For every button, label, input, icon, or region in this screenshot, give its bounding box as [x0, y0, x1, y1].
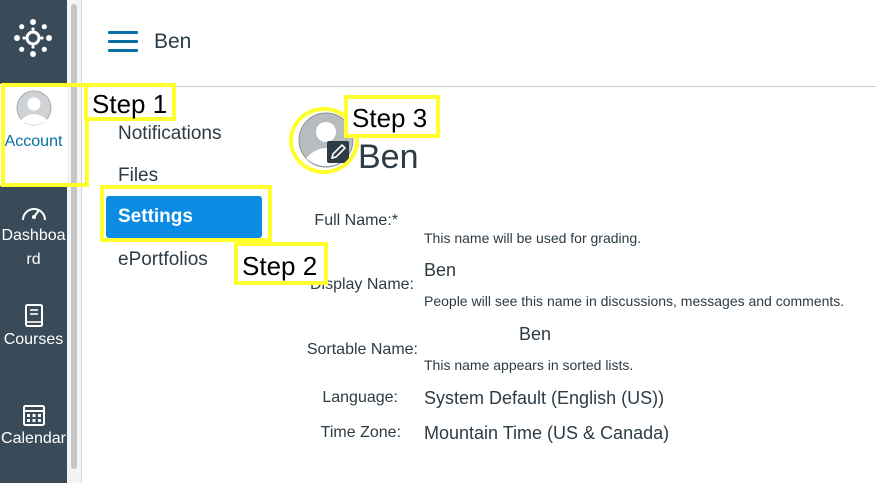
sortable-name-label: Sortable Name:	[306, 341, 418, 358]
nav-item-calendar[interactable]: Calendar	[0, 403, 67, 451]
callout-step-2: Step 2	[234, 242, 328, 285]
nav-scrollbar-thumb[interactable]	[71, 4, 77, 469]
language-value[interactable]: System Default (English (US))	[424, 388, 664, 409]
time-zone-value[interactable]: Mountain Time (US & Canada)	[424, 423, 669, 444]
canvas-logo-icon[interactable]	[13, 18, 53, 58]
subnav-eportfolios-link[interactable]: ePortfolios	[118, 249, 208, 271]
sortable-name-value[interactable]: Ben	[519, 324, 551, 345]
callout-box-settings	[100, 185, 272, 242]
display-name-hint: People will see this name in discussions…	[424, 293, 845, 309]
callout-step-1: Step 1	[84, 83, 176, 121]
time-zone-label: Time Zone:	[320, 424, 401, 441]
full-name-label: Full Name:*	[314, 212, 398, 229]
calendar-icon	[22, 405, 45, 426]
subnav-eportfolios[interactable]: ePortfolios	[118, 249, 208, 271]
nav-courses-label: Courses	[3, 331, 64, 348]
full-name-hint: This name will be used for grading.	[424, 230, 642, 246]
nav-dashboard-label: Dashboard	[1, 227, 66, 268]
callout-box-account	[1, 83, 89, 187]
nav-calendar-label: Calendar	[1, 430, 66, 447]
breadcrumb[interactable]: Ben	[154, 30, 191, 54]
hamburger-icon[interactable]	[108, 31, 138, 53]
nav-scrollbar[interactable]	[67, 0, 82, 483]
subnav-notifications-link[interactable]: Notifications	[118, 123, 222, 145]
display-name-value[interactable]: Ben	[424, 260, 456, 281]
speedometer-icon	[21, 208, 46, 221]
book-icon	[24, 304, 43, 327]
nav-item-courses[interactable]: Courses	[0, 304, 67, 352]
subnav-files[interactable]: Files	[118, 165, 158, 187]
subnav-notifications[interactable]: Notifications	[118, 123, 222, 145]
subnav-files-link[interactable]: Files	[118, 165, 158, 187]
page-header: Ben	[82, 0, 876, 87]
callout-step-3: Step 3	[344, 95, 440, 138]
sortable-name-hint: This name appears in sorted lists.	[424, 357, 634, 373]
language-label: Language:	[322, 389, 398, 406]
global-nav: Account Dashboard Courses Calendar	[0, 0, 67, 483]
profile-name-heading: Ben	[358, 138, 419, 176]
nav-item-dashboard[interactable]: Dashboard	[0, 202, 67, 272]
